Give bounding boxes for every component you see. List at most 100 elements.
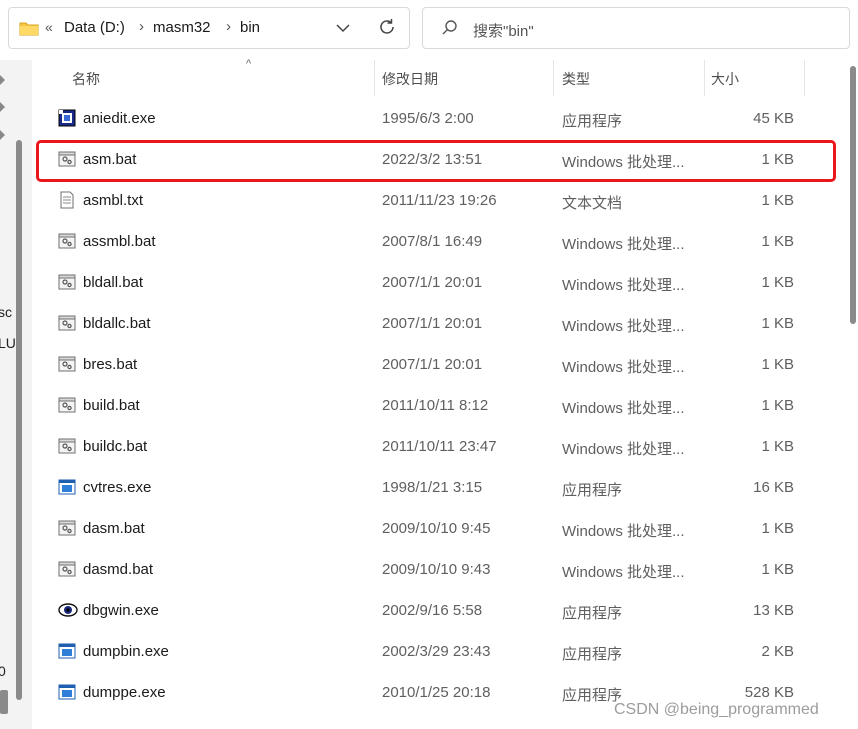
- column-header-name[interactable]: 名称: [72, 69, 100, 89]
- column-header-date[interactable]: 修改日期: [382, 69, 438, 89]
- file-type: 应用程序: [562, 646, 623, 663]
- file-row[interactable]: assmbl.bat 2007/8/1 16:49 Windows 批处理...…: [32, 221, 808, 262]
- file-name[interactable]: aniedit.exe: [83, 110, 156, 127]
- column-divider[interactable]: [804, 60, 805, 96]
- batch-file-icon: [58, 232, 76, 250]
- file-name[interactable]: bldall.bat: [83, 274, 143, 291]
- file-date: 2011/11/23 19:26: [382, 192, 497, 209]
- nav-fragment[interactable]: sc: [0, 304, 12, 320]
- expand-arrow-icon[interactable]: [0, 75, 5, 85]
- file-date: 2009/10/10 9:45: [382, 520, 491, 537]
- file-row[interactable]: build.bat 2011/10/11 8:12 Windows 批处理...…: [32, 385, 808, 426]
- refresh-icon[interactable]: [377, 17, 397, 37]
- file-type: 应用程序: [562, 687, 623, 704]
- breadcrumb-drive[interactable]: Data (D:): [64, 19, 125, 36]
- file-date: 2007/1/1 20:01: [382, 315, 483, 332]
- file-size: 1 KB: [761, 356, 794, 373]
- vertical-scrollbar[interactable]: [846, 60, 858, 729]
- file-name[interactable]: buildc.bat: [83, 438, 147, 455]
- app-window-icon: [58, 478, 76, 496]
- file-row[interactable]: dasmd.bat 2009/10/10 9:43 Windows 批处理...…: [32, 549, 808, 590]
- breadcrumb-bin[interactable]: bin: [240, 19, 260, 36]
- file-row[interactable]: cvtres.exe 1998/1/21 3:15 应用程序 16 KB: [32, 467, 808, 508]
- file-date: 2007/1/1 20:01: [382, 274, 483, 291]
- file-date: 2007/8/1 16:49: [382, 233, 483, 250]
- file-row[interactable]: bldall.bat 2007/1/1 20:01 Windows 批处理...…: [32, 262, 808, 303]
- file-type: Windows 批处理...: [562, 564, 685, 581]
- file-row[interactable]: bres.bat 2007/1/1 20:01 Windows 批处理... 1…: [32, 344, 808, 385]
- app-window-icon: [58, 683, 76, 701]
- file-row[interactable]: dbgwin.exe 2002/9/16 5:58 应用程序 13 KB: [32, 590, 808, 631]
- scrollbar-thumb[interactable]: [850, 66, 856, 324]
- file-date: 2007/1/1 20:01: [382, 356, 483, 373]
- file-type: Windows 批处理...: [562, 277, 685, 294]
- sort-ascending-icon: ^: [246, 58, 252, 70]
- address-bar[interactable]: « Data (D:) › masm32 › bin: [8, 7, 410, 49]
- batch-file-icon: [58, 314, 76, 332]
- file-name[interactable]: build.bat: [83, 397, 140, 414]
- breadcrumb-separator-icon[interactable]: ›: [226, 18, 231, 35]
- file-size: 1 KB: [761, 520, 794, 537]
- file-date: 2011/10/11 23:47: [382, 438, 497, 455]
- batch-file-icon: [58, 396, 76, 414]
- batch-file-icon: [58, 437, 76, 455]
- file-type: 文本文档: [562, 195, 623, 212]
- file-name[interactable]: dumpbin.exe: [83, 643, 169, 660]
- file-date: 2010/1/25 20:18: [382, 684, 491, 701]
- file-row[interactable]: buildc.bat 2011/10/11 23:47 Windows 批处理.…: [32, 426, 808, 467]
- search-icon: [442, 20, 457, 35]
- column-header-type[interactable]: 类型: [562, 69, 590, 89]
- batch-file-icon: [58, 355, 76, 373]
- file-size: 2 KB: [761, 643, 794, 660]
- file-name[interactable]: bldallc.bat: [83, 315, 151, 332]
- file-type: Windows 批处理...: [562, 359, 685, 376]
- expand-arrow-icon[interactable]: [0, 130, 5, 140]
- folder-icon: [19, 22, 39, 36]
- file-type: Windows 批处理...: [562, 318, 685, 335]
- file-name[interactable]: dumppe.exe: [83, 684, 166, 701]
- file-date: 1998/1/21 3:15: [382, 479, 483, 496]
- search-box[interactable]: 搜索"bin": [422, 7, 850, 49]
- file-size: 45 KB: [753, 110, 794, 127]
- file-row[interactable]: bldallc.bat 2007/1/1 20:01 Windows 批处理..…: [32, 303, 808, 344]
- expand-arrow-icon[interactable]: [0, 102, 5, 112]
- file-date: 2002/9/16 5:58: [382, 602, 483, 619]
- overflow-chevron[interactable]: «: [45, 19, 53, 35]
- column-divider[interactable]: [704, 60, 705, 96]
- file-date: 2011/10/11 8:12: [382, 397, 489, 414]
- column-divider[interactable]: [553, 60, 554, 96]
- breadcrumb-separator-icon[interactable]: ›: [139, 18, 144, 35]
- file-row[interactable]: aniedit.exe 1995/6/3 2:00 应用程序 45 KB: [32, 98, 808, 139]
- file-name[interactable]: bres.bat: [83, 356, 137, 373]
- chevron-down-icon[interactable]: [335, 21, 351, 35]
- file-name[interactable]: asmbl.txt: [83, 192, 143, 209]
- column-divider[interactable]: [374, 60, 375, 96]
- search-placeholder[interactable]: 搜索"bin": [473, 20, 534, 41]
- batch-file-icon: [58, 560, 76, 578]
- nav-fragment[interactable]: 0: [0, 663, 6, 679]
- file-name[interactable]: dasm.bat: [83, 520, 145, 537]
- file-size: 13 KB: [753, 602, 794, 619]
- file-size: 1 KB: [761, 192, 794, 209]
- file-size: 1 KB: [761, 561, 794, 578]
- file-size: 528 KB: [744, 684, 794, 701]
- column-header-size[interactable]: 大小: [711, 69, 739, 89]
- file-type: 应用程序: [562, 482, 623, 499]
- file-name[interactable]: assmbl.bat: [83, 233, 156, 250]
- breadcrumb-masm32[interactable]: masm32: [153, 19, 211, 36]
- file-type: 应用程序: [562, 113, 623, 130]
- file-name[interactable]: cvtres.exe: [83, 479, 151, 496]
- nav-scrollbar-thumb[interactable]: [16, 140, 22, 700]
- aniedit-app-icon: [58, 109, 76, 127]
- file-type: Windows 批处理...: [562, 236, 685, 253]
- file-name[interactable]: dasmd.bat: [83, 561, 153, 578]
- file-row[interactable]: dasm.bat 2009/10/10 9:45 Windows 批处理... …: [32, 508, 808, 549]
- file-name[interactable]: dbgwin.exe: [83, 602, 159, 619]
- nav-hscrollbar-thumb[interactable]: [0, 690, 8, 714]
- nav-fragment[interactable]: LU: [0, 335, 16, 351]
- file-row[interactable]: asmbl.txt 2011/11/23 19:26 文本文档 1 KB: [32, 180, 808, 221]
- file-type: 应用程序: [562, 605, 623, 622]
- highlight-box: [36, 140, 836, 182]
- file-row[interactable]: dumpbin.exe 2002/3/29 23:43 应用程序 2 KB: [32, 631, 808, 672]
- file-type: Windows 批处理...: [562, 441, 685, 458]
